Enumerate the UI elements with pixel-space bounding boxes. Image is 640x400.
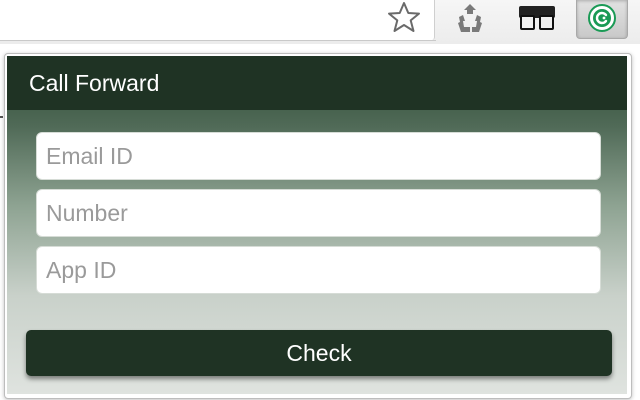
- popup-body: Call Forward Check: [7, 56, 627, 394]
- glasses-icon[interactable]: [514, 0, 560, 36]
- number-input[interactable]: [36, 189, 601, 237]
- star-icon[interactable]: [384, 0, 424, 34]
- recycle-icon[interactable]: [452, 0, 488, 36]
- toolbar-divider: [0, 40, 436, 41]
- app-id-input[interactable]: [36, 246, 601, 294]
- call-forward-extension-icon: [588, 4, 616, 32]
- check-button[interactable]: Check: [26, 330, 612, 376]
- email-id-input[interactable]: [36, 132, 601, 180]
- page-edge-mark: [0, 116, 3, 118]
- call-forward-extension-button[interactable]: [576, 0, 628, 39]
- popup-header: Call Forward: [7, 56, 627, 110]
- browser-toolbar: [0, 0, 640, 44]
- address-bar-end[interactable]: [0, 0, 435, 40]
- extension-popup: Call Forward Check: [4, 53, 632, 399]
- popup-title: Call Forward: [29, 70, 160, 96]
